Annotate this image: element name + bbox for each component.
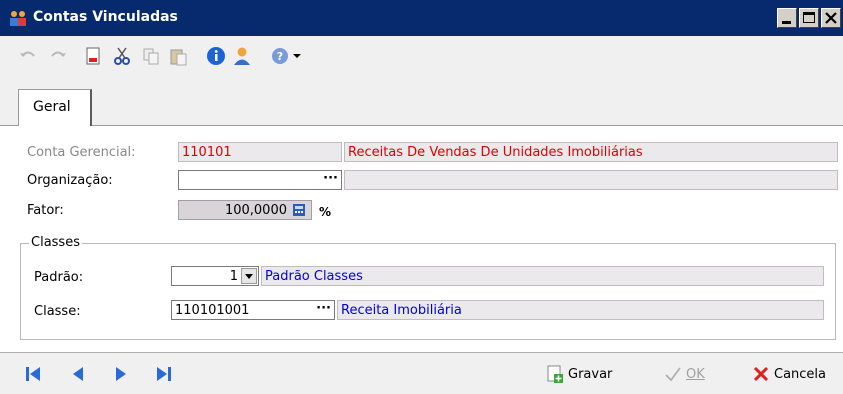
percent-unit: % bbox=[319, 205, 332, 219]
ellipsis-button[interactable]: ··· bbox=[316, 301, 331, 316]
cancela-label: Cancela bbox=[774, 366, 827, 382]
classe-label: Classe: bbox=[34, 304, 81, 319]
padrao-select[interactable]: 1 bbox=[171, 266, 259, 286]
bottom-bar: Gravar OK Cancela bbox=[0, 352, 843, 394]
classes-legend: Classes bbox=[29, 235, 82, 250]
chevron-down-icon bbox=[245, 274, 253, 279]
close-icon bbox=[825, 12, 837, 24]
fator-input[interactable]: 100,0000 bbox=[178, 200, 312, 220]
padrao-dropdown-button[interactable] bbox=[241, 268, 257, 284]
gravar-button[interactable]: Gravar bbox=[546, 365, 612, 383]
minimize-button[interactable] bbox=[777, 8, 797, 28]
user-icon[interactable] bbox=[231, 46, 251, 66]
gravar-label: Gravar bbox=[568, 366, 613, 382]
padrao-description: Padrão Classes bbox=[261, 266, 824, 286]
padrao-label: Padrão: bbox=[34, 270, 84, 285]
check-icon bbox=[665, 367, 681, 382]
new-doc-icon[interactable] bbox=[83, 46, 103, 66]
first-record-icon[interactable] bbox=[24, 365, 42, 383]
minimize-icon bbox=[782, 21, 791, 24]
conta-gerencial-code-field: 110101 bbox=[178, 142, 342, 162]
info-icon[interactable] bbox=[206, 46, 226, 66]
undo-icon[interactable] bbox=[18, 46, 38, 66]
window-title: Contas Vinculadas bbox=[33, 9, 178, 25]
form-panel: Conta Gerencial: 110101 Receitas De Vend… bbox=[0, 126, 843, 352]
conta-gerencial-label: Conta Gerencial: bbox=[27, 145, 136, 160]
app-users-icon bbox=[10, 11, 26, 26]
help-icon[interactable]: ? bbox=[270, 46, 290, 66]
window: Contas Vinculadas ? Geral Conta Gerencia… bbox=[0, 0, 843, 394]
close-button[interactable] bbox=[821, 8, 841, 28]
organizacao-label: Organização: bbox=[27, 173, 113, 188]
classe-description: Receita Imobiliária bbox=[337, 300, 824, 320]
calculator-icon[interactable] bbox=[292, 203, 306, 217]
classe-input[interactable]: 110101001 ··· bbox=[171, 300, 335, 320]
redo-icon[interactable] bbox=[48, 46, 68, 66]
ellipsis-button[interactable]: ··· bbox=[323, 171, 338, 186]
tab-geral[interactable]: Geral bbox=[18, 89, 92, 127]
previous-record-icon[interactable] bbox=[69, 365, 87, 383]
copy-icon[interactable] bbox=[141, 46, 161, 66]
paste-icon[interactable] bbox=[168, 46, 188, 66]
next-record-icon[interactable] bbox=[112, 365, 130, 383]
ok-button[interactable]: OK bbox=[664, 365, 705, 383]
last-record-icon[interactable] bbox=[155, 365, 173, 383]
maximize-icon bbox=[803, 12, 815, 23]
classe-value: 110101001 bbox=[175, 303, 250, 318]
cancel-x-icon bbox=[753, 366, 769, 382]
conta-gerencial-description: Receitas De Vendas De Unidades Imobiliár… bbox=[344, 142, 838, 162]
organizacao-input[interactable]: ··· bbox=[178, 170, 342, 190]
dropdown-arrow-icon[interactable] bbox=[289, 46, 309, 66]
cut-icon[interactable] bbox=[112, 46, 132, 66]
padrao-value: 1 bbox=[229, 269, 238, 284]
fator-label: Fator: bbox=[27, 203, 64, 218]
cancela-button[interactable]: Cancela bbox=[752, 365, 826, 383]
organizacao-description bbox=[344, 170, 838, 190]
save-icon bbox=[547, 365, 563, 383]
svg-text:?: ? bbox=[277, 50, 283, 63]
tab-label: Geral bbox=[33, 99, 71, 115]
ok-label: OK bbox=[686, 366, 705, 382]
fator-value: 100,0000 bbox=[224, 203, 287, 218]
toolbar: ? bbox=[0, 36, 843, 76]
tab-strip: Geral bbox=[0, 76, 843, 127]
classes-groupbox: Classes Padrão: 1 Padrão Classes Classe:… bbox=[20, 235, 836, 340]
maximize-button[interactable] bbox=[799, 8, 819, 28]
title-bar[interactable]: Contas Vinculadas bbox=[0, 0, 843, 36]
